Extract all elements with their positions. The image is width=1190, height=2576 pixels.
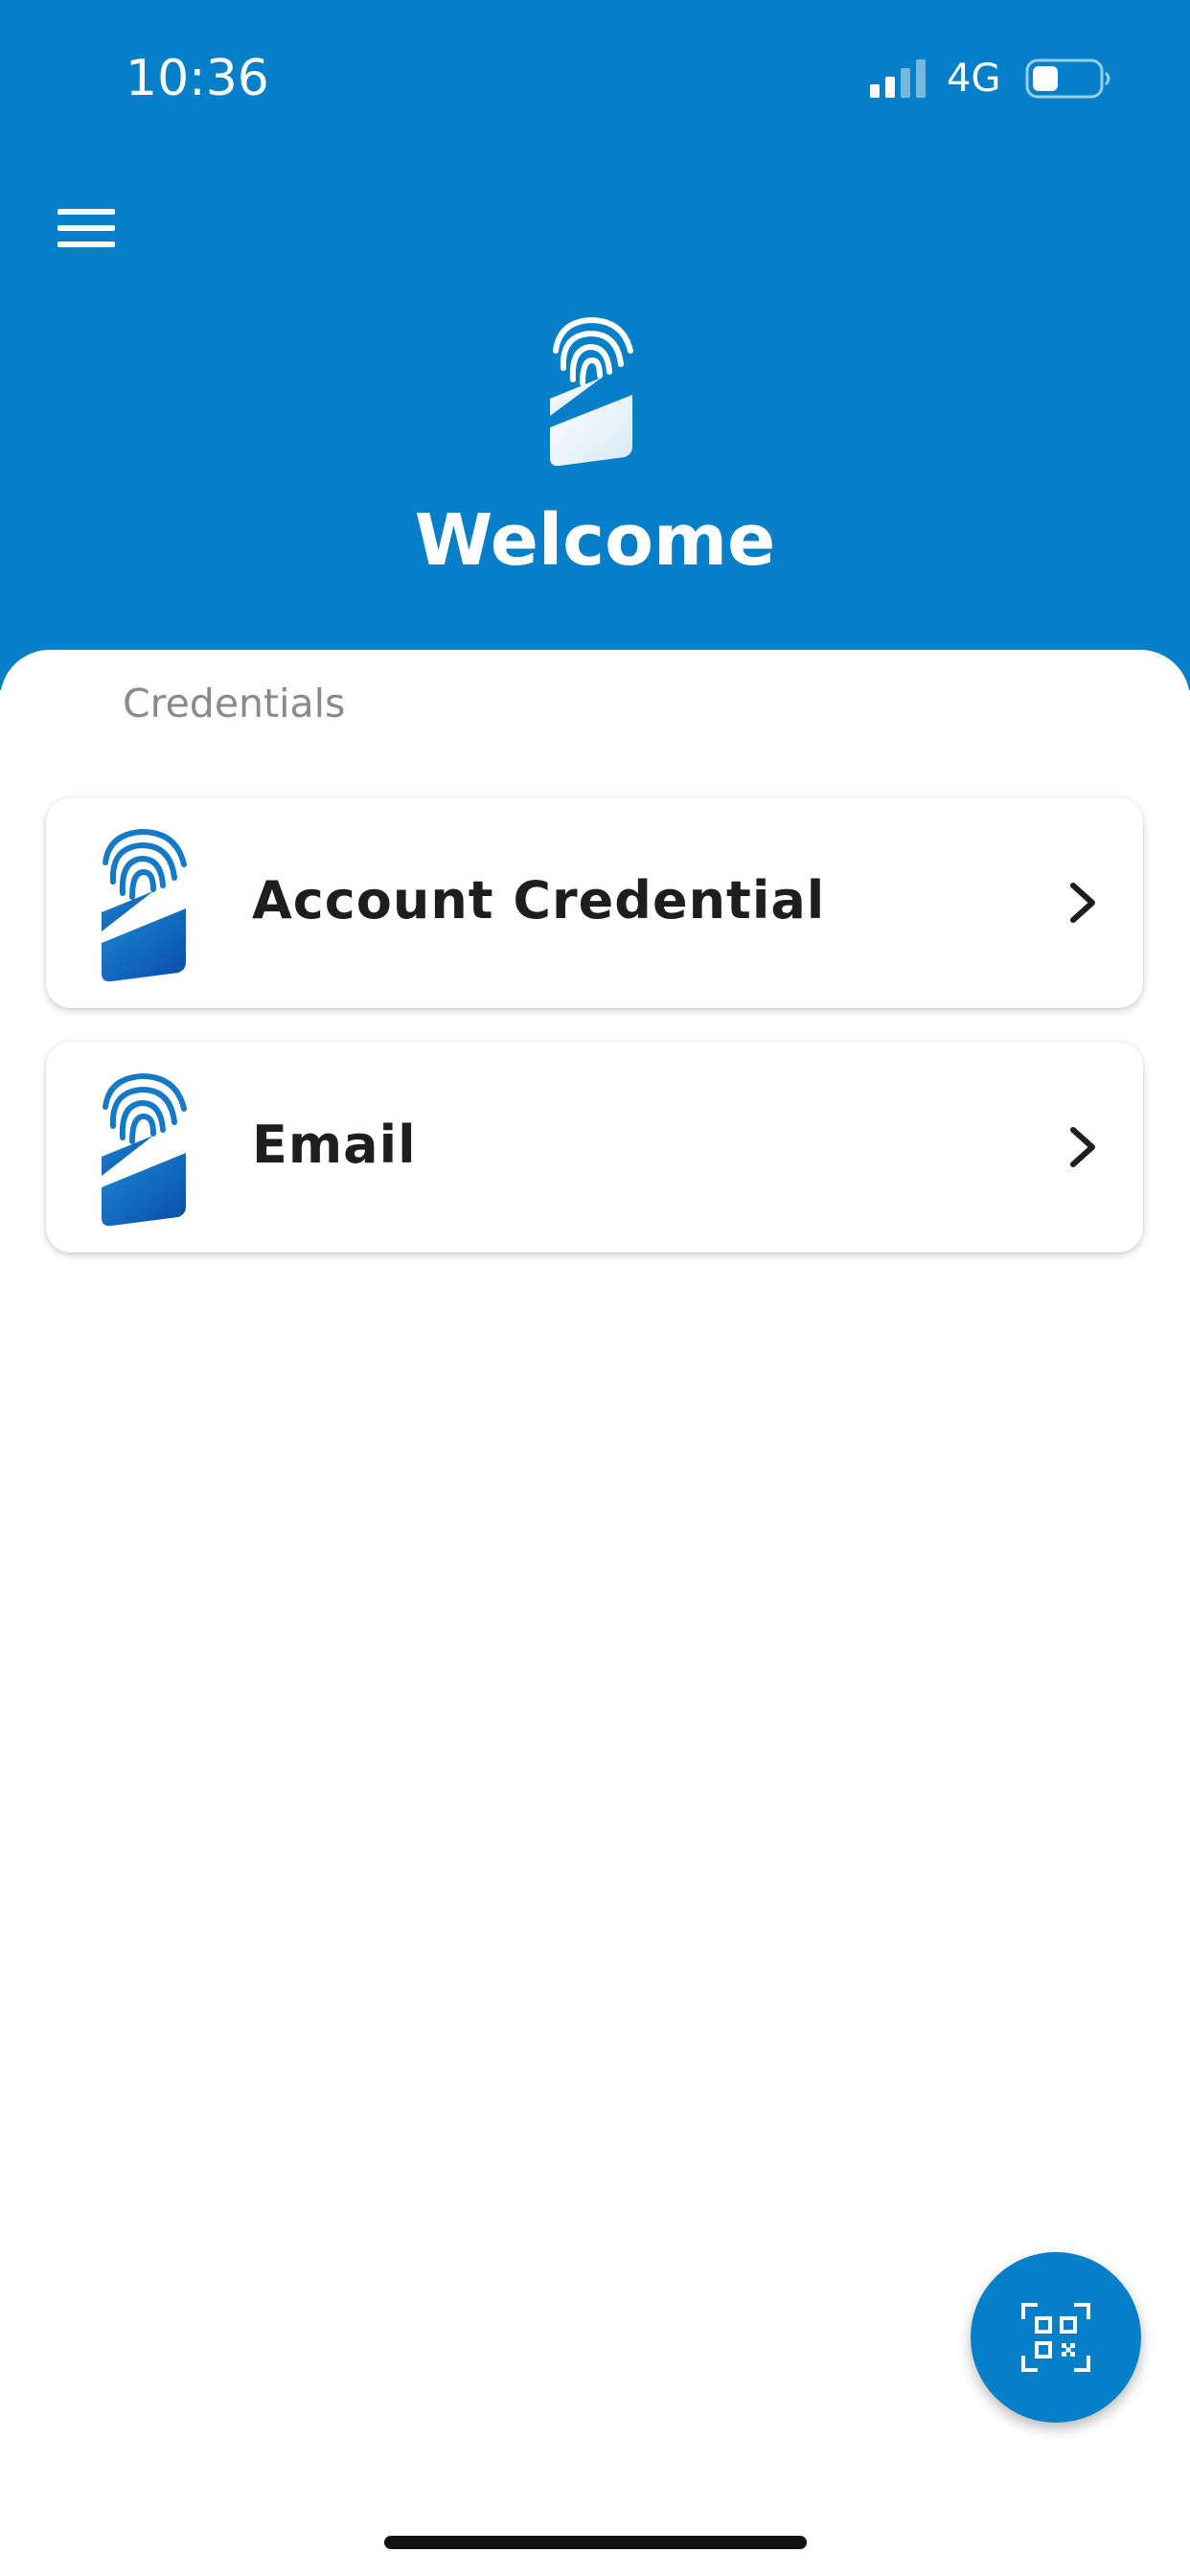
credential-card-account[interactable]: Account Credential bbox=[46, 797, 1143, 1008]
fingerprint-id-card-logo-icon bbox=[550, 316, 633, 466]
scan-qr-button[interactable] bbox=[971, 2252, 1141, 2423]
credential-card-title: Email bbox=[252, 1115, 417, 1175]
battery-low-icon bbox=[1025, 58, 1110, 99]
fingerprint-credential-icon bbox=[102, 828, 187, 981]
hamburger-menu-icon[interactable] bbox=[50, 201, 123, 255]
cellular-signal-icon bbox=[870, 59, 926, 98]
network-type: 4G bbox=[947, 57, 1001, 101]
qr-code-scan-icon bbox=[1021, 2303, 1090, 2372]
status-time: 10:36 bbox=[126, 50, 269, 107]
credential-card-title: Account Credential bbox=[252, 870, 826, 931]
credentials-section-label: Credentials bbox=[123, 680, 346, 726]
app-header: 10:36 4G Welcome bbox=[0, 0, 1190, 690]
chevron-right-icon bbox=[1070, 1127, 1095, 1167]
credential-card-email[interactable]: Email bbox=[46, 1042, 1143, 1253]
welcome-title: Welcome bbox=[414, 499, 776, 582]
home-indicator[interactable] bbox=[384, 2536, 807, 2549]
chevron-right-icon bbox=[1070, 883, 1095, 923]
fingerprint-credential-icon bbox=[102, 1072, 187, 1226]
